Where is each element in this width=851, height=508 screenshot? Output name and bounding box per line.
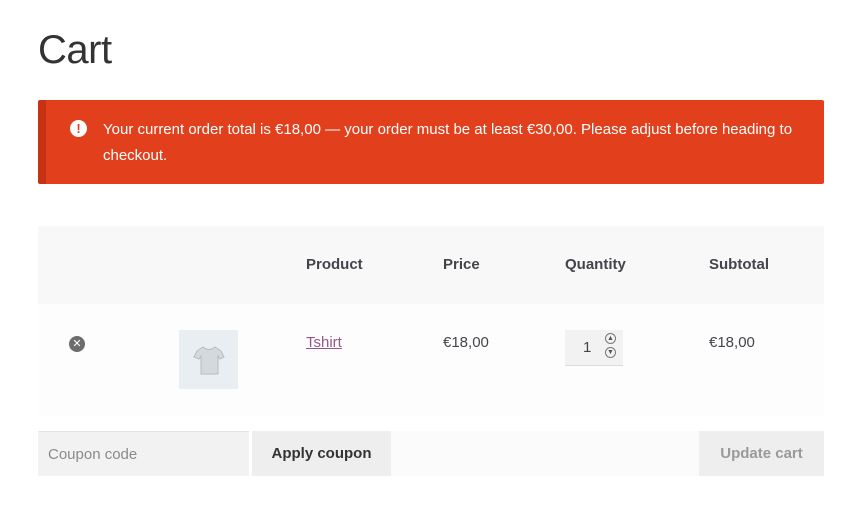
quantity-value[interactable]: 1: [583, 339, 591, 356]
column-header-product: Product: [306, 256, 363, 273]
error-notice: ! Your current order total is €18,00 — y…: [38, 100, 824, 184]
column-header-price: Price: [443, 256, 480, 273]
column-header-quantity: Quantity: [565, 256, 626, 273]
column-header-subtotal: Subtotal: [709, 256, 769, 273]
chevron-up-icon[interactable]: ▲: [605, 333, 616, 344]
notice-text: Your current order total is €18,00 — you…: [103, 121, 793, 164]
actions-spacer: [391, 431, 699, 476]
cart-table: Product Price Quantity Subtotal ✕ Tshirt…: [38, 226, 824, 416]
product-link[interactable]: Tshirt: [306, 334, 342, 351]
apply-coupon-button[interactable]: Apply coupon: [252, 431, 391, 476]
quantity-stepper[interactable]: 1 ▲ ▼: [565, 330, 623, 366]
quantity-spinner[interactable]: ▲ ▼: [605, 333, 617, 361]
chevron-down-icon[interactable]: ▼: [605, 347, 616, 358]
tshirt-thumbnail[interactable]: [179, 330, 238, 389]
line-subtotal: €18,00: [709, 334, 755, 351]
page-title: Cart: [38, 28, 112, 72]
remove-x-icon[interactable]: ✕: [69, 336, 85, 352]
update-cart-button[interactable]: Update cart: [699, 431, 824, 476]
tshirt-icon: [192, 345, 225, 374]
product-price: €18,00: [443, 334, 489, 351]
cart-row: ✕ Tshirt €18,00 1 ▲ ▼ €18,00: [38, 304, 824, 416]
cart-table-header: Product Price Quantity Subtotal: [38, 226, 824, 304]
coupon-code-input[interactable]: [38, 431, 249, 476]
exclamation-icon: !: [70, 120, 87, 137]
